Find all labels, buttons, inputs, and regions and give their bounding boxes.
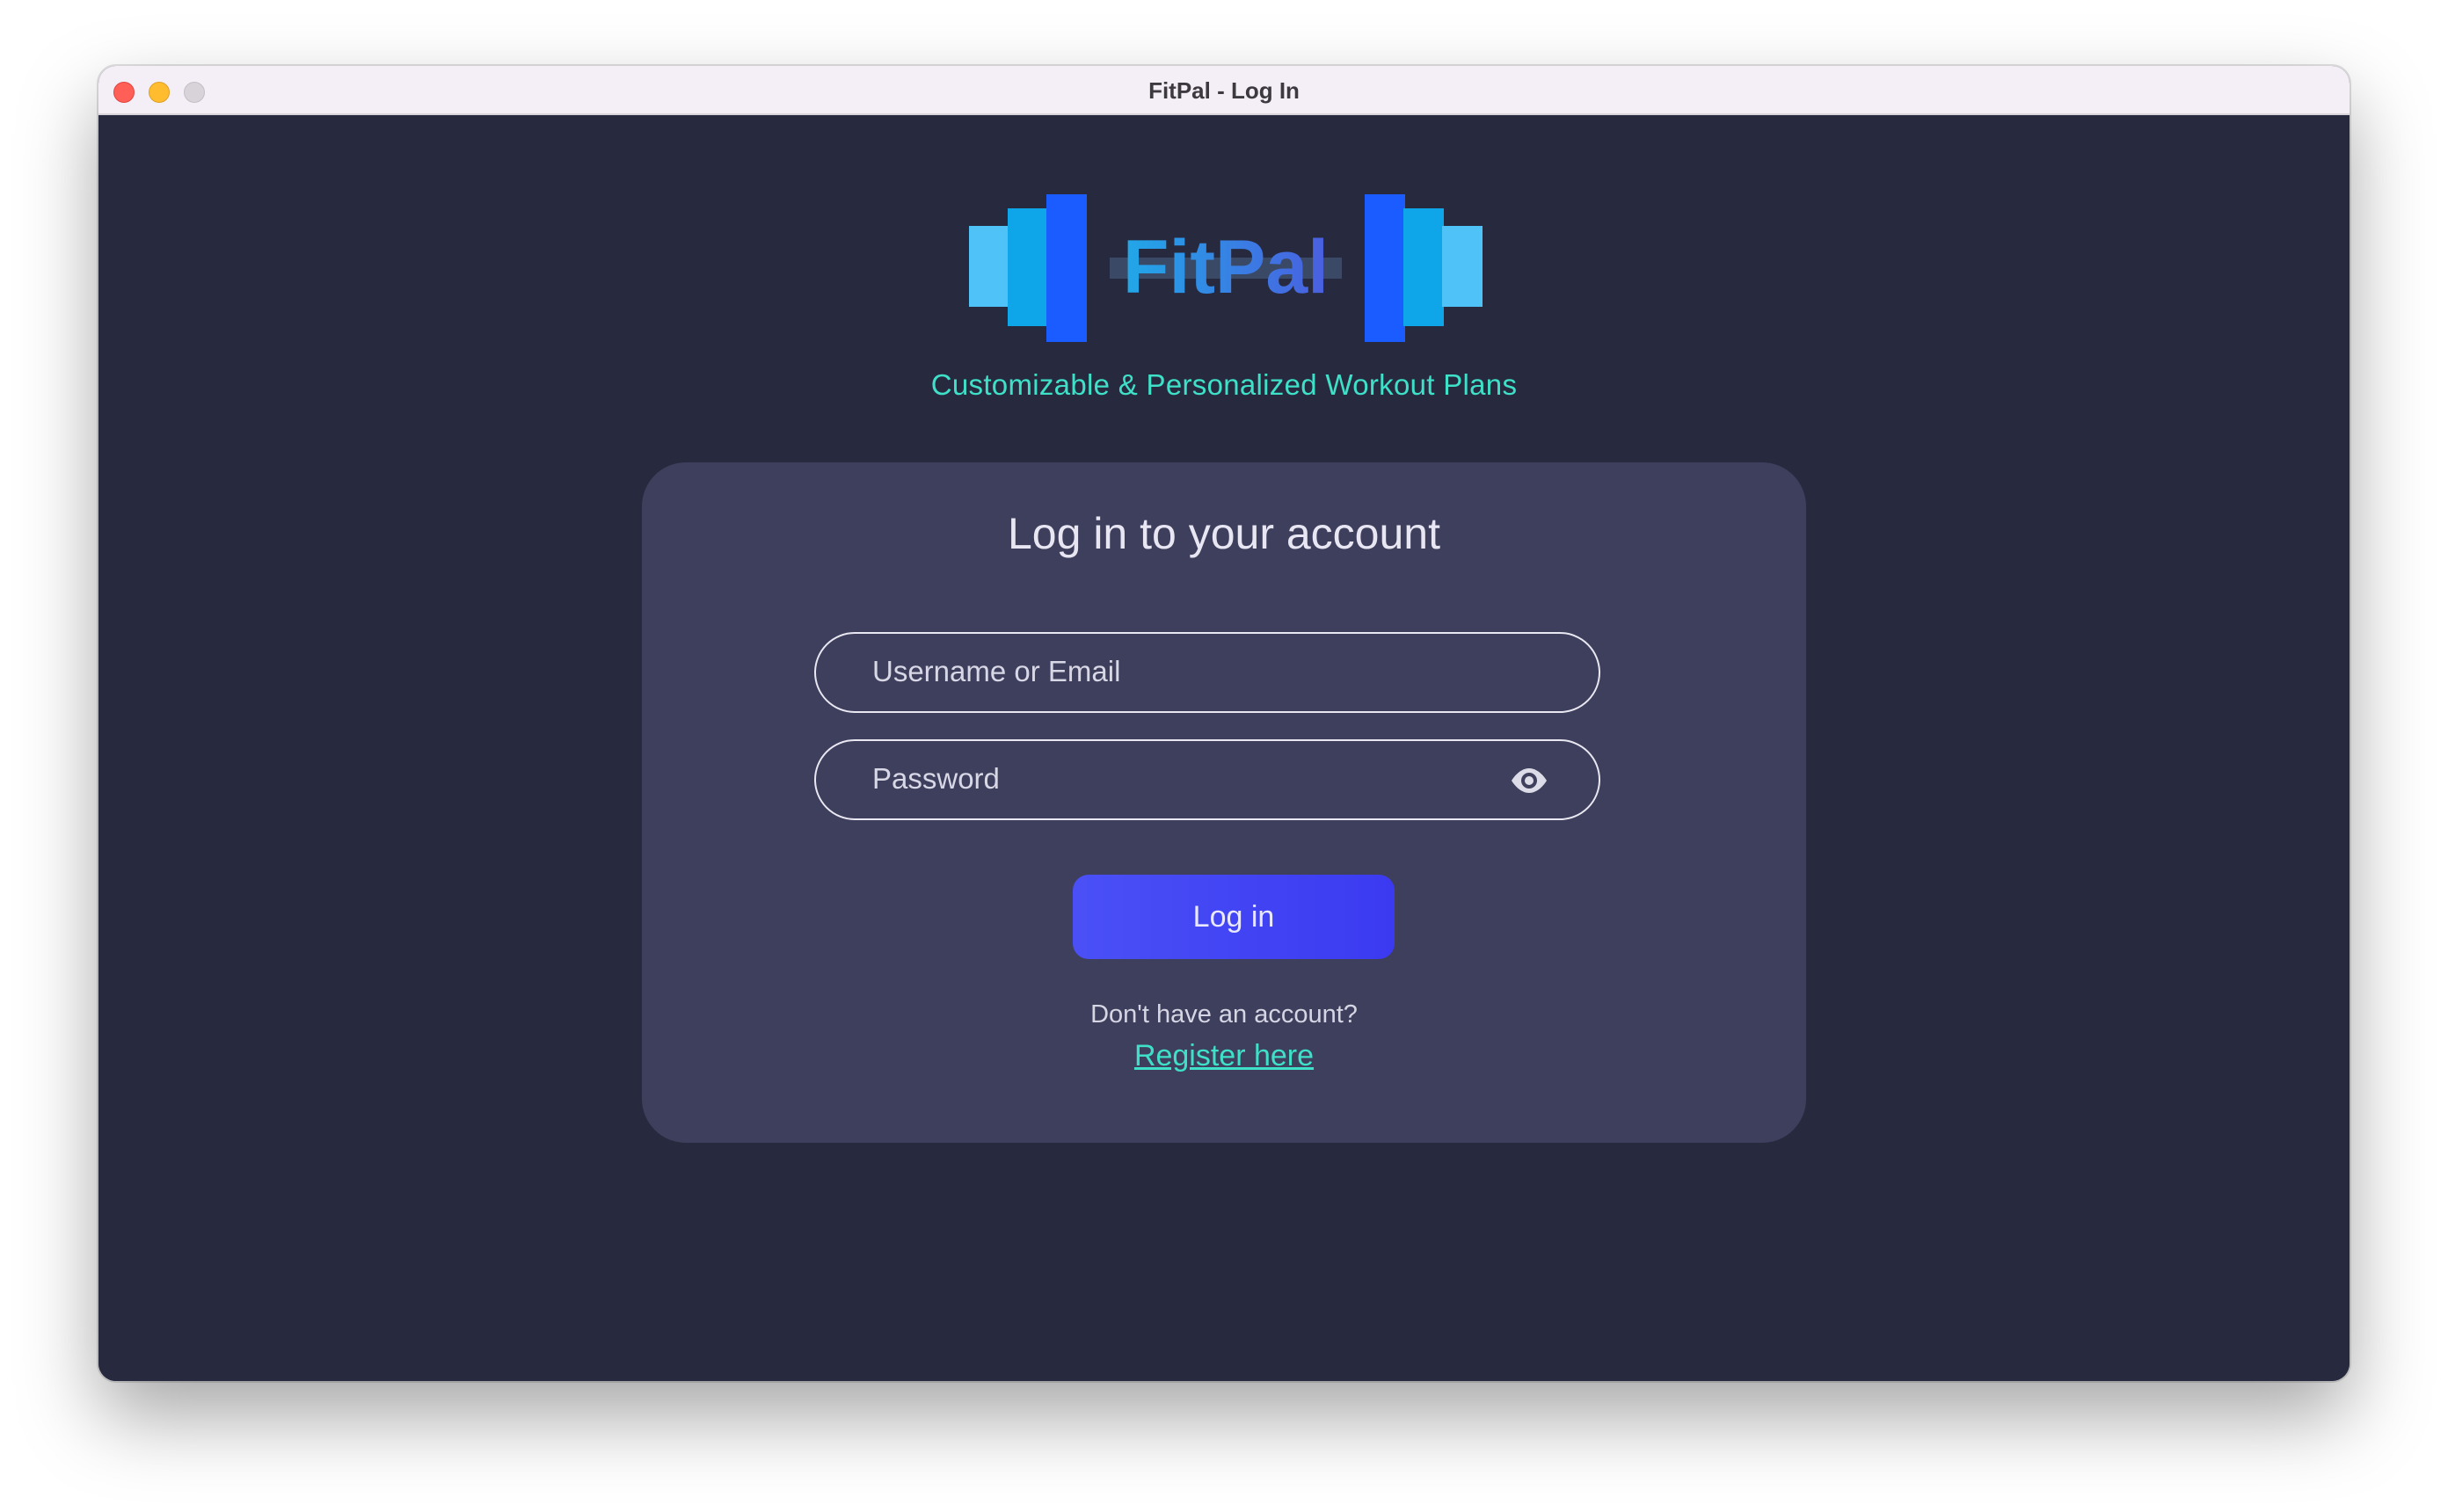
right-plate-inner <box>1365 194 1405 342</box>
logo-wordmark: FitPal <box>1123 225 1329 309</box>
login-button[interactable]: Log in <box>1073 875 1395 959</box>
title-bar: FitPal - Log In <box>98 66 2350 115</box>
password-field[interactable]: Password <box>814 739 1600 820</box>
password-placeholder: Password <box>872 762 1000 795</box>
left-plate-inner <box>1046 194 1087 342</box>
username-placeholder: Username or Email <box>872 655 1121 687</box>
left-plate-outer <box>969 226 1009 307</box>
login-card: Log in to your account Username or Email… <box>642 462 1806 1143</box>
login-heading: Log in to your account <box>1008 509 1440 558</box>
tagline: Customizable & Personalized Workout Plan… <box>930 368 1518 401</box>
left-plate-middle <box>1008 208 1048 326</box>
username-email-field[interactable]: Username or Email <box>814 632 1600 713</box>
register-link[interactable]: Register here <box>642 1039 1806 1073</box>
login-screen: FitPal Customizable & Personalized Worko… <box>98 117 2350 1381</box>
window-title: FitPal - Log In <box>1148 77 1300 104</box>
fitpal-logo: FitPal <box>969 194 1483 342</box>
right-plate-middle <box>1403 208 1444 326</box>
no-account-text: Don't have an account? <box>1090 1000 1358 1029</box>
eye-icon[interactable] <box>1509 764 1549 797</box>
right-plate-outer <box>1442 226 1483 307</box>
app-window: FitPal - Log In FitPal Customizable & Pe… <box>98 66 2350 1381</box>
